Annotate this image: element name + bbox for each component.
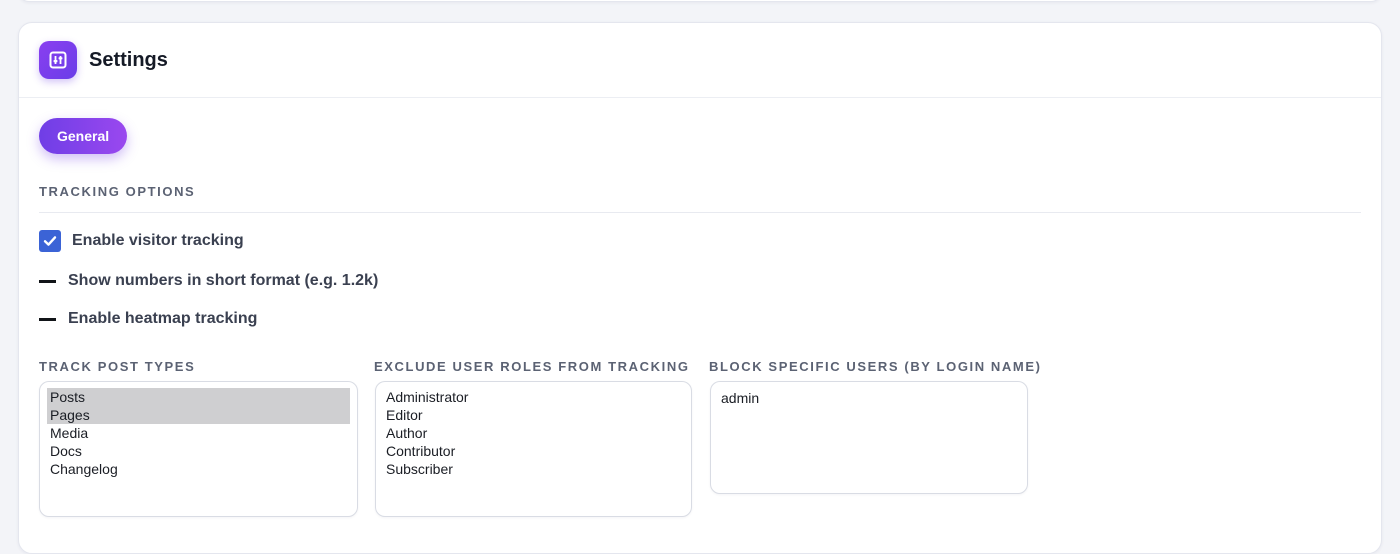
option-label: Show numbers in short format (e.g. 1.2k) [68,272,379,289]
settings-card: Settings General TRACKING OPTIONS Enable… [18,22,1382,554]
post-type-option[interactable]: Pages [47,406,350,424]
option-label: Enable visitor tracking [72,232,244,249]
tab-general[interactable]: General [39,118,128,154]
user-role-option[interactable]: Contributor [383,442,684,460]
short-format-toggle[interactable] [39,279,56,283]
exclude-roles-select[interactable]: Administrator Editor Author Contributor … [375,381,692,517]
user-role-option[interactable]: Administrator [383,388,684,406]
option-enable-visitor-tracking[interactable]: Enable visitor tracking [39,230,1361,252]
settings-body: General TRACKING OPTIONS Enable visitor … [19,98,1381,328]
post-types-select[interactable]: Posts Pages Media Docs Changelog [39,381,358,517]
user-role-option[interactable]: Editor [383,406,684,424]
option-label: Enable heatmap tracking [68,310,258,327]
user-role-option[interactable]: Author [383,424,684,442]
sliders-square-icon [39,41,77,79]
option-short-number-format[interactable]: Show numbers in short format (e.g. 1.2k) [39,272,1361,290]
section-divider [39,212,1361,213]
exclude-roles-label: EXCLUDE USER ROLES FROM TRACKING [374,359,690,374]
previous-card [18,0,1382,2]
heatmap-tracking-toggle[interactable] [39,317,56,321]
check-icon [43,236,57,246]
block-users-textarea[interactable]: admin [710,381,1028,494]
user-role-option[interactable]: Subscriber [383,460,684,478]
option-enable-heatmap-tracking[interactable]: Enable heatmap tracking [39,310,1361,328]
post-types-label: TRACK POST TYPES [39,359,196,374]
post-type-option[interactable]: Posts [47,388,350,406]
settings-header: Settings [19,23,1381,98]
post-type-option[interactable]: Media [47,424,350,442]
block-users-label: BLOCK SPECIFIC USERS (BY LOGIN NAME) [709,359,1042,374]
visitor-tracking-checkbox[interactable] [39,230,61,252]
tracking-options-heading: TRACKING OPTIONS [39,184,196,199]
post-type-option[interactable]: Docs [47,442,350,460]
page-title: Settings [89,48,168,71]
post-type-option[interactable]: Changelog [47,460,350,478]
